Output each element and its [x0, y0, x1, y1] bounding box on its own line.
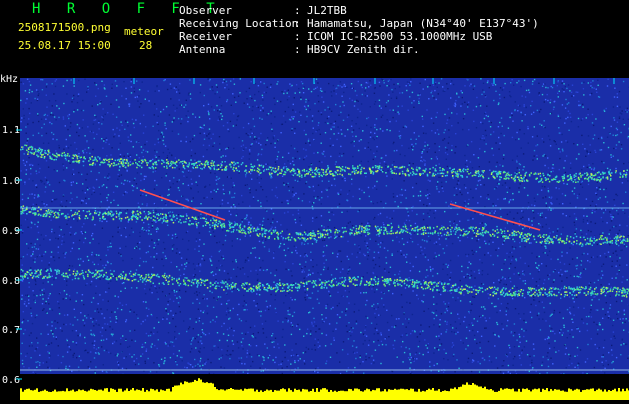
y-tick-label: 0.8: [2, 275, 20, 288]
y-axis-unit: kHz: [0, 73, 18, 86]
field-label-observer: Observer: [179, 4, 232, 17]
field-sep: :: [294, 17, 301, 30]
spectrogram: [20, 78, 629, 400]
field-sep: :: [294, 30, 301, 43]
y-tick-label: 0.9: [2, 225, 20, 238]
field-sep: :: [294, 43, 301, 56]
field-value-observer: JL2TBB: [307, 4, 347, 17]
spectrogram-canvas: [20, 78, 629, 400]
y-tick-label: 1.1: [2, 124, 20, 137]
y-tick-label: 1.0: [2, 175, 20, 188]
type-label: meteor: [124, 25, 164, 38]
y-tick-label: 0.7: [2, 324, 20, 337]
field-sep: :: [294, 4, 301, 17]
field-label-antenna: Antenna: [179, 43, 225, 56]
datetime: 25.08.17 15:00: [18, 39, 111, 52]
field-value-receiver: ICOM IC-R2500 53.1000MHz USB: [307, 30, 492, 43]
field-label-receiver: Receiver: [179, 30, 232, 43]
field-label-location: Receiving Location: [179, 17, 298, 30]
spectrum-background: [20, 78, 629, 400]
meteor-count: 28: [139, 39, 152, 52]
file-name: 2508171500.png: [18, 21, 111, 34]
field-value-antenna: HB9CV Zenith dir.: [307, 43, 420, 56]
y-tick-label: 0.6: [2, 374, 20, 387]
field-value-location: Hamamatsu, Japan (N34°40' E137°43'): [307, 17, 539, 30]
